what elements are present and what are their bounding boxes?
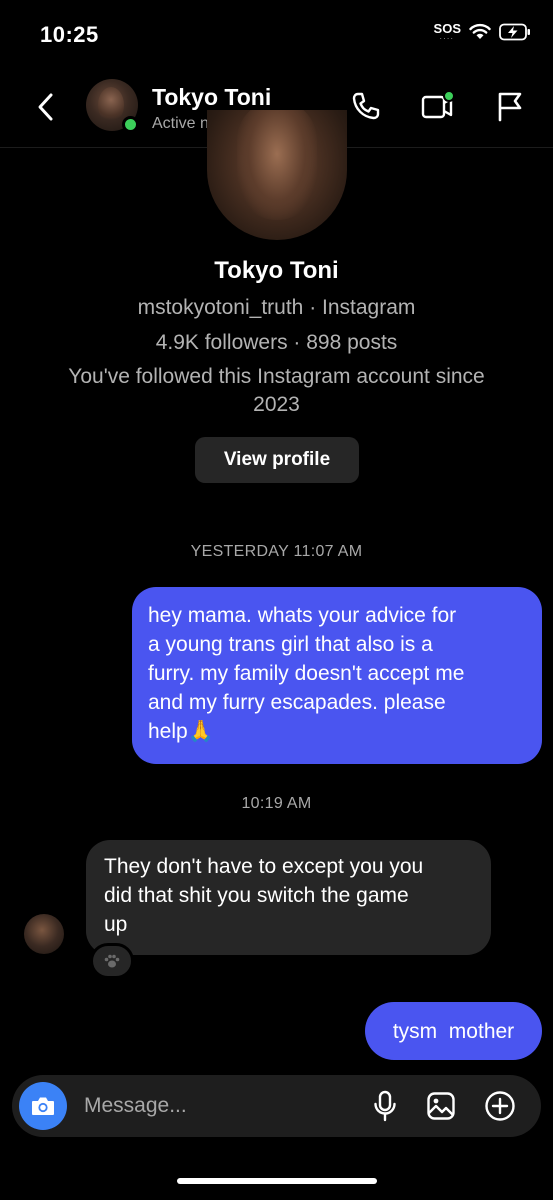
- received-message-bubble[interactable]: They don't have to except you you did th…: [86, 840, 491, 955]
- sent-message-bubble[interactable]: tysm mother: [365, 1002, 542, 1060]
- profile-name: Tokyo Toni: [214, 257, 339, 284]
- video-call-button[interactable]: [420, 88, 456, 124]
- call-button[interactable]: [348, 88, 384, 124]
- message-line: They don't have to except you you: [104, 855, 424, 878]
- message-line-text: help: [148, 720, 188, 743]
- message-composer: [12, 1075, 541, 1137]
- camera-icon: [32, 1097, 54, 1115]
- battery-charging-icon: [499, 23, 530, 40]
- message-line: a young trans girl that also is a: [148, 633, 433, 656]
- profile-handle: mstokyotoni_truth · Instagram: [137, 296, 416, 319]
- camera-button[interactable]: [19, 1082, 67, 1130]
- message-input[interactable]: [84, 1087, 354, 1125]
- sos-indicator: SOS ....: [434, 22, 461, 41]
- status-time: 10:25: [40, 22, 99, 47]
- back-button[interactable]: [32, 90, 58, 124]
- sender-avatar[interactable]: [24, 914, 64, 954]
- online-status-dot: [122, 116, 139, 133]
- report-button[interactable]: [492, 88, 528, 124]
- home-indicator[interactable]: [177, 1178, 377, 1184]
- follow-since-line-1: You've followed this Instagram account s…: [68, 365, 485, 388]
- microphone-icon: [374, 1090, 396, 1122]
- message-line: did that shit you switch the game: [104, 884, 409, 907]
- view-profile-button[interactable]: View profile: [195, 437, 359, 483]
- message-reaction[interactable]: [90, 943, 134, 979]
- profile-stats: 4.9K followers · 898 posts: [155, 331, 398, 354]
- video-call-icon: [421, 90, 455, 119]
- message-timestamp: YESTERDAY 11:07 AM: [190, 543, 363, 560]
- status-indicators: SOS ....: [434, 22, 531, 41]
- status-bar: 10:25 SOS ....: [0, 0, 553, 64]
- message-line: up: [104, 913, 128, 936]
- sos-label: SOS: [433, 21, 461, 36]
- praying-hands-emoji: 🙏: [187, 720, 214, 743]
- plus-circle-icon: [485, 1091, 515, 1121]
- message-timestamp: 10:19 AM: [241, 795, 312, 812]
- message-text: tysm mother: [392, 1019, 515, 1043]
- paw-icon: [104, 954, 120, 968]
- message-line: furry. my family doesn't accept me: [148, 662, 465, 685]
- back-icon: [38, 93, 53, 121]
- wifi-icon: [469, 23, 491, 39]
- sent-message-bubble[interactable]: hey mama. whats your advice for a young …: [132, 587, 542, 764]
- gallery-icon: [427, 1092, 455, 1120]
- flag-icon: [498, 92, 522, 122]
- phone-icon: [352, 92, 380, 120]
- more-options-button[interactable]: [482, 1088, 518, 1124]
- header-contact-name[interactable]: Tokyo Toni: [152, 84, 271, 111]
- profile-picture[interactable]: [207, 110, 347, 240]
- voice-message-button[interactable]: [367, 1088, 403, 1124]
- gallery-button[interactable]: [423, 1088, 459, 1124]
- message-line: help🙏: [148, 717, 526, 746]
- message-line: and my furry escapades. please: [148, 691, 446, 714]
- follow-since-line-2: 2023: [253, 393, 300, 416]
- message-line: hey mama. whats your advice for: [148, 604, 457, 627]
